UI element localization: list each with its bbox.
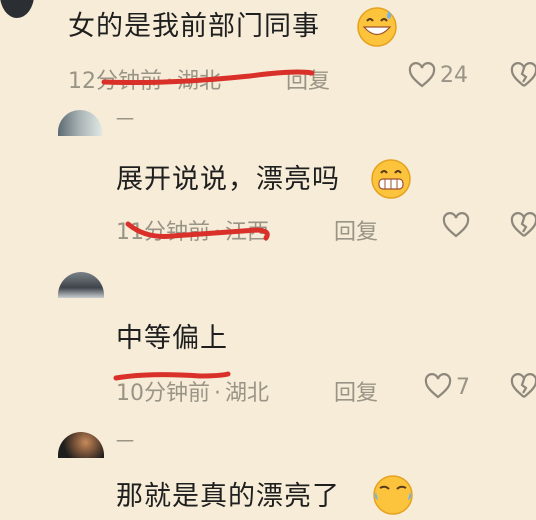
heart-icon[interactable] — [408, 62, 436, 90]
comment-time: 10分钟前 — [116, 381, 210, 406]
comment-meta: 10分钟前 · 湖北 — [116, 381, 270, 406]
avatar[interactable] — [58, 110, 102, 136]
reply-button[interactable]: 回复 — [334, 375, 378, 407]
like-count: 7 — [456, 375, 470, 400]
avatar[interactable] — [0, 0, 34, 18]
like-count: 24 — [440, 63, 468, 88]
comment-meta: 12分钟前 · 湖北 — [68, 69, 222, 94]
comment-time: 11分钟前 — [116, 220, 210, 245]
comment-time: 12分钟前 — [68, 69, 162, 94]
comment-text: 中等偏上 — [116, 323, 228, 354]
comment-text: 展开说说，漂亮吗 — [116, 164, 340, 195]
comment-location: 湖北 — [225, 381, 270, 406]
comment-meta: 11分钟前 · 江西 — [116, 220, 270, 245]
avatar[interactable] — [58, 272, 104, 298]
broken-heart-icon[interactable] — [510, 373, 536, 401]
grinning-sweat-emoji — [356, 6, 398, 48]
username[interactable]: 一 — [116, 428, 134, 454]
grinning-emoji — [370, 158, 412, 200]
heart-icon[interactable] — [424, 373, 452, 401]
heart-icon[interactable] — [442, 212, 470, 240]
laughing-tears-emoji — [372, 474, 414, 516]
comment-text: 女的是我前部门同事 — [68, 11, 320, 42]
broken-heart-icon[interactable] — [510, 212, 536, 240]
username[interactable]: 一 — [116, 106, 134, 132]
comment-location: 江西 — [225, 220, 270, 245]
comment-location: 湖北 — [177, 69, 222, 94]
comment-text: 那就是真的漂亮了 — [116, 481, 340, 512]
broken-heart-icon[interactable] — [510, 62, 536, 90]
reply-button[interactable]: 回复 — [334, 214, 378, 246]
reply-button[interactable]: 回复 — [286, 63, 330, 95]
avatar[interactable] — [58, 432, 104, 458]
